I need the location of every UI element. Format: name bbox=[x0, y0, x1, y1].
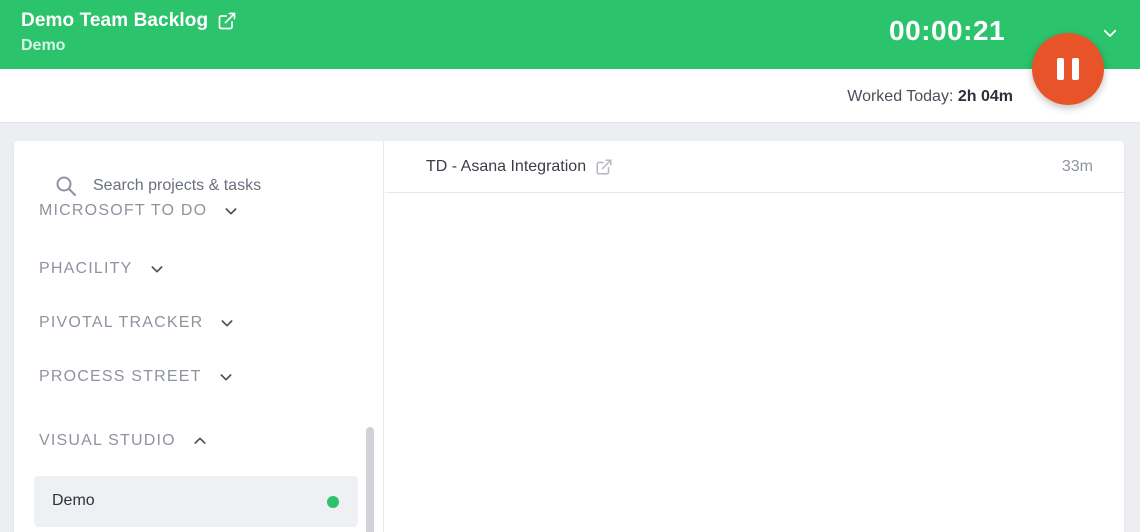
group-label: VISUAL STUDIO bbox=[39, 432, 176, 449]
external-link-icon[interactable] bbox=[217, 11, 237, 31]
chevron-down-icon bbox=[151, 266, 162, 273]
group-label: PROCESS STREET bbox=[39, 368, 202, 385]
sidebar-item-demo[interactable]: Demo bbox=[34, 476, 358, 527]
group-label: PHACILITY bbox=[39, 260, 133, 277]
project-title[interactable]: Demo Team Backlog bbox=[21, 10, 208, 32]
external-link-icon[interactable] bbox=[595, 158, 613, 176]
group-label: MICROSOFT TO DO bbox=[39, 202, 208, 219]
search-input[interactable]: Search projects & tasks bbox=[93, 177, 261, 195]
group-phacility[interactable]: PHACILITY bbox=[39, 260, 165, 278]
task-name: TD - Asana Integration bbox=[426, 158, 613, 176]
group-pivotal-tracker[interactable]: PIVOTAL TRACKER bbox=[39, 314, 235, 332]
group-process-street[interactable]: PROCESS STREET bbox=[39, 368, 234, 386]
project-subtitle: Demo bbox=[21, 37, 66, 54]
title-row: Demo Team Backlog bbox=[21, 10, 237, 32]
pause-icon bbox=[1057, 58, 1064, 80]
chevron-down-icon bbox=[221, 320, 233, 327]
project-sidebar: Search projects & tasks MICROSOFT TO DO … bbox=[14, 141, 384, 532]
search-box[interactable]: Search projects & tasks bbox=[54, 174, 261, 198]
main-card: Search projects & tasks MICROSOFT TO DO … bbox=[14, 141, 1124, 532]
task-time: 33m bbox=[1061, 158, 1093, 175]
group-visual-studio[interactable]: VISUAL STUDIO bbox=[39, 432, 208, 450]
chevron-down-icon bbox=[225, 208, 237, 215]
group-label: PIVOTAL TRACKER bbox=[39, 314, 204, 331]
chevron-up-icon bbox=[194, 437, 206, 444]
pause-button[interactable] bbox=[1032, 33, 1104, 105]
pause-icon bbox=[1072, 58, 1079, 80]
task-title: TD - Asana Integration bbox=[426, 158, 587, 175]
active-status-dot bbox=[327, 496, 339, 508]
sidebar-scrollbar[interactable] bbox=[366, 427, 374, 532]
task-list: TD - Asana Integration 33m bbox=[385, 141, 1124, 532]
worked-today-label: Worked Today: bbox=[847, 88, 954, 105]
task-row[interactable]: TD - Asana Integration 33m bbox=[385, 141, 1124, 193]
status-bar: Worked Today: 2h 04m bbox=[0, 69, 1140, 123]
search-icon bbox=[56, 176, 76, 196]
worked-today-value: 2h 04m bbox=[957, 88, 1013, 105]
group-microsoft-to-do[interactable]: MICROSOFT TO DO bbox=[39, 202, 239, 220]
sidebar-item-label: Demo bbox=[52, 492, 95, 509]
chevron-down-icon bbox=[220, 374, 232, 381]
worked-today: Worked Today: 2h 04m bbox=[847, 88, 1013, 106]
top-bar: Demo Team Backlog Demo 00:00:21 bbox=[0, 0, 1140, 69]
chevron-down-icon[interactable] bbox=[1101, 24, 1119, 42]
timer-display: 00:00:21 bbox=[889, 15, 1006, 46]
